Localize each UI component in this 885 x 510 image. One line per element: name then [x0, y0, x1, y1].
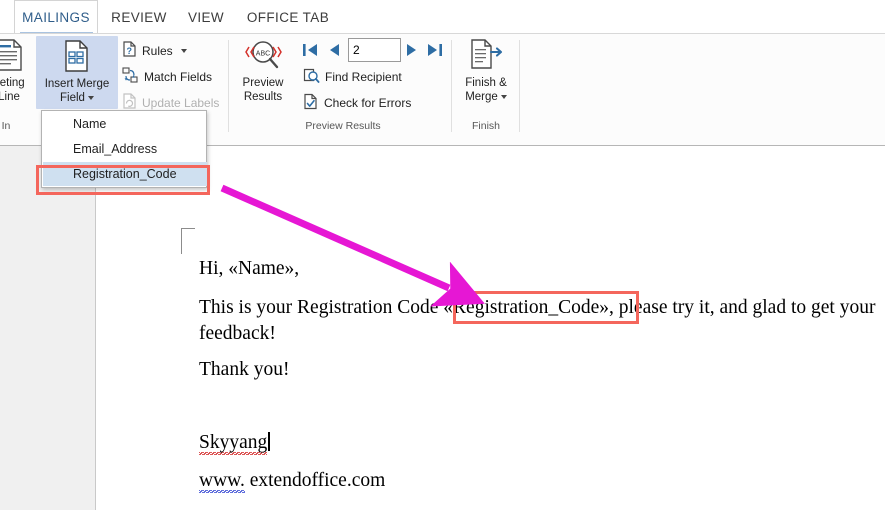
tab-mailings-label: MAILINGS: [22, 10, 90, 25]
menu-item-name[interactable]: Name: [43, 112, 207, 136]
greeting-line-label-line2: Line: [0, 91, 20, 103]
chevron-down-icon[interactable]: [87, 95, 94, 100]
find-recipient-button[interactable]: Find Recipient: [303, 67, 402, 87]
find-recipient-icon: [303, 67, 320, 87]
nav-next-record-icon[interactable]: [404, 41, 420, 64]
finish-and-merge-label-line2: Merge: [465, 90, 507, 104]
menu-item-registration-code-label: Registration_Code: [73, 167, 177, 181]
word-window: MAILINGS REVIEW VIEW OFFICE TAB eting Li…: [0, 0, 885, 510]
group-separator-3: [519, 40, 520, 132]
document-line-url: www. extendoffice.com: [199, 468, 385, 494]
tab-view-label: VIEW: [187, 9, 225, 25]
insert-merge-field-label-line1: Insert Merge: [44, 78, 110, 90]
find-recipient-label: Find Recipient: [325, 70, 402, 84]
insert-merge-field-icon: [61, 39, 93, 77]
greeting-line-icon: [0, 38, 25, 76]
insert-merge-field-label-line2: Field: [60, 91, 94, 105]
url-prefix-text: www.: [199, 470, 245, 493]
document-line-greeting: Hi, «Name»,: [199, 256, 299, 282]
text-cursor: [268, 432, 270, 451]
signature-text: Skyyang: [199, 432, 268, 455]
greeting-line-button[interactable]: eeting Line: [0, 38, 34, 104]
tab-office-tab[interactable]: OFFICE TAB: [240, 0, 336, 34]
finish-merge-chevron-down-icon[interactable]: [500, 94, 507, 99]
group-separator-1: [228, 40, 229, 132]
record-number-input[interactable]: [348, 38, 401, 62]
insert-merge-field-dropdown-menu[interactable]: Name Email_Address Registration_Code: [41, 110, 207, 188]
body-text-part1: This is your Registration Code: [199, 297, 444, 318]
finish-and-merge-label-line2-text: Merge: [465, 91, 498, 103]
tab-office-tab-label: OFFICE TAB: [246, 9, 330, 25]
preview-results-label-line2: Results: [243, 91, 283, 103]
tab-review[interactable]: REVIEW: [106, 0, 172, 34]
document-line-thanks: Thank you!: [199, 357, 289, 383]
rules-button[interactable]: ? Rules: [122, 41, 187, 60]
tab-mailings[interactable]: MAILINGS: [14, 0, 98, 34]
url-rest-text: extendoffice.com: [244, 470, 386, 491]
nav-first-record-icon[interactable]: [301, 41, 319, 64]
finish-and-merge-icon: [466, 38, 506, 76]
merge-field-registration-code[interactable]: «Registration_Code»: [443, 297, 609, 318]
match-fields-button[interactable]: Match Fields: [122, 67, 212, 87]
preview-results-button[interactable]: ABC Preview Results: [232, 38, 294, 104]
margin-corner-mark: [181, 228, 195, 254]
check-for-errors-button[interactable]: Check for Errors: [303, 93, 411, 113]
tab-review-label: REVIEW: [111, 9, 167, 25]
menu-item-name-label: Name: [73, 117, 107, 131]
finish-and-merge-label-line1: Finish &: [465, 77, 507, 89]
greeting-text: Hi, «Name»,: [199, 258, 300, 279]
update-labels-label: Update Labels: [142, 95, 220, 110]
menu-item-email-address-label: Email_Address: [73, 142, 158, 156]
menu-item-email-address[interactable]: Email_Address: [43, 137, 207, 161]
menu-item-registration-code[interactable]: Registration_Code: [43, 162, 207, 186]
rules-icon: ?: [122, 41, 137, 60]
greeting-line-label-line1: eeting: [0, 77, 25, 89]
insert-merge-field-label-line2-text: Field: [60, 92, 85, 104]
rules-chevron-down-icon[interactable]: [180, 48, 187, 53]
preview-results-icon: ABC: [240, 38, 286, 76]
insert-merge-field-button[interactable]: Insert Merge Field: [36, 36, 118, 109]
svg-text:ABC: ABC: [256, 51, 270, 58]
thanks-text: Thank you!: [199, 359, 290, 380]
check-for-errors-icon: [303, 93, 319, 113]
tab-view[interactable]: VIEW: [180, 0, 232, 34]
group-separator-2: [451, 40, 452, 132]
svg-text:?: ?: [127, 46, 133, 56]
finish-and-merge-button[interactable]: Finish & Merge: [456, 38, 516, 104]
preview-results-label-line1: Preview: [242, 77, 284, 89]
document-line-signature: Skyyang: [199, 430, 270, 456]
document-line-body: This is your Registration Code «Registra…: [199, 295, 877, 347]
match-fields-label: Match Fields: [144, 70, 213, 84]
nav-last-record-icon[interactable]: [426, 41, 444, 64]
group-label-preview-results: Preview Results: [305, 120, 381, 132]
check-for-errors-label: Check for Errors: [324, 96, 412, 110]
nav-previous-record-icon[interactable]: [326, 41, 342, 64]
ribbon-tab-bar: MAILINGS REVIEW VIEW OFFICE TAB: [0, 0, 885, 35]
rules-label: Rules: [142, 43, 173, 58]
match-fields-icon: [122, 67, 139, 87]
group-label-finish: Finish: [471, 120, 500, 132]
